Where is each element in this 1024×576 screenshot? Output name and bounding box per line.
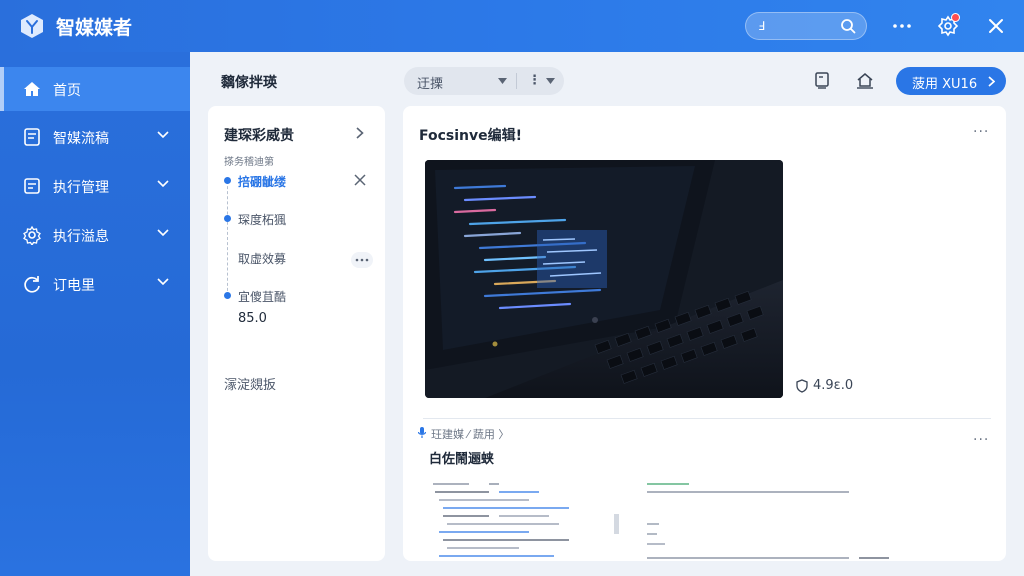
notification-dot bbox=[951, 13, 960, 22]
home-outline-icon[interactable] bbox=[855, 70, 875, 90]
sidebar-item-label: 执行溢息 bbox=[53, 229, 109, 245]
divider bbox=[423, 418, 991, 419]
timeline-item[interactable]: 掊硼龇缕 bbox=[238, 173, 286, 190]
search-box[interactable] bbox=[745, 12, 867, 40]
laptop-code-image bbox=[425, 160, 783, 398]
chevron-down-icon bbox=[157, 180, 169, 188]
left-card: 建琛彩威贵 搽务稽迪第 掊硼龇缕 琛度柘猦 取虚效募 宜傻苴酷 85.0 溕淀覢… bbox=[208, 106, 385, 561]
right-card: Focsinve编辑! ··· 4.9ε.0 玨建媒 ⁄ 蔬用 〉 ··· 白佐… bbox=[403, 106, 1006, 561]
caret-down-icon bbox=[546, 78, 555, 84]
chevron-down-icon bbox=[157, 131, 169, 139]
chevron-down-icon bbox=[157, 229, 169, 237]
sidebar-item-label: 智媒流稿 bbox=[53, 131, 109, 147]
document-icon bbox=[24, 128, 40, 146]
sidebar-item-subscription[interactable]: 订电里 bbox=[0, 262, 190, 306]
timeline-dot bbox=[224, 177, 231, 184]
more-vertical-icon[interactable]: ⋮ bbox=[528, 73, 541, 88]
refresh-icon bbox=[24, 276, 40, 293]
close-icon[interactable] bbox=[354, 174, 366, 186]
sidebar-item-label: 执行管理 bbox=[53, 180, 109, 196]
sidebar-item-settings[interactable]: 执行溢息 bbox=[0, 213, 190, 257]
timeline-item[interactable]: 宜傻苴酷 bbox=[238, 288, 286, 305]
sidebar-item-home[interactable]: 首页 bbox=[0, 67, 190, 111]
chevron-right-icon[interactable] bbox=[356, 127, 364, 139]
primary-action-label: 菠用 XU16 bbox=[912, 77, 978, 92]
top-bar: 智媒媒者 bbox=[0, 0, 1024, 52]
chevron-down-icon bbox=[157, 278, 169, 286]
breadcrumb-text: 玨建媒 ⁄ 蔬用 〉 bbox=[431, 428, 510, 441]
bookmark-icon[interactable] bbox=[812, 70, 832, 90]
left-card-title: 建琛彩威贵 bbox=[224, 128, 294, 144]
page-title: 黐傢拌瑛 bbox=[221, 75, 277, 91]
app-logo-icon bbox=[21, 14, 43, 38]
timeline-dot bbox=[224, 215, 231, 222]
more-icon[interactable]: ··· bbox=[973, 124, 989, 140]
primary-action-button[interactable]: 菠用 XU16 bbox=[896, 67, 1006, 95]
right-card-title: Focsinve编辑! bbox=[419, 128, 523, 144]
close-icon[interactable] bbox=[984, 14, 1008, 38]
app-title: 智媒媒者 bbox=[56, 17, 133, 39]
list-icon bbox=[24, 178, 40, 194]
chevron-right-icon bbox=[988, 76, 995, 87]
rating-value: 4.9ε.0 bbox=[813, 378, 854, 393]
sidebar-item-execution[interactable]: 执行管理 bbox=[0, 164, 190, 208]
search-input[interactable] bbox=[758, 17, 838, 35]
divider bbox=[516, 73, 517, 89]
more-icon[interactable]: ··· bbox=[973, 432, 989, 448]
timeline-item[interactable]: 取虚效募 bbox=[238, 250, 286, 267]
sidebar-item-label: 首页 bbox=[53, 83, 81, 99]
settings-button[interactable] bbox=[936, 13, 960, 38]
document-preview-image bbox=[433, 483, 889, 559]
more-icon[interactable] bbox=[351, 252, 373, 268]
section-title: 白佐鬧逦蛱 bbox=[429, 452, 495, 467]
filter-dropdown[interactable]: 迂搮 ⋮ bbox=[404, 67, 564, 95]
sidebar: 首页 智媒流稿 执行管理 执行溢息 订电里 bbox=[0, 52, 190, 576]
home-icon bbox=[24, 82, 40, 96]
sidebar-item-content[interactable]: 智媒流稿 bbox=[0, 115, 190, 159]
shield-icon bbox=[796, 379, 808, 393]
metric-value: 85.0 bbox=[238, 311, 267, 326]
more-icon[interactable] bbox=[890, 14, 914, 38]
sidebar-item-label: 订电里 bbox=[53, 278, 95, 294]
timeline-item[interactable]: 琛度柘猦 bbox=[238, 211, 286, 228]
filter-label: 迂搮 bbox=[417, 77, 444, 92]
caret-down-icon bbox=[498, 78, 507, 84]
left-card-footer[interactable]: 溕淀覢扳 bbox=[224, 374, 276, 393]
search-icon[interactable] bbox=[840, 18, 856, 34]
microphone-icon bbox=[417, 427, 427, 438]
left-card-subtitle: 搽务稽迪第 bbox=[224, 157, 274, 168]
timeline-dot bbox=[224, 292, 231, 299]
timeline-line bbox=[227, 181, 228, 296]
gear-icon bbox=[23, 225, 41, 245]
